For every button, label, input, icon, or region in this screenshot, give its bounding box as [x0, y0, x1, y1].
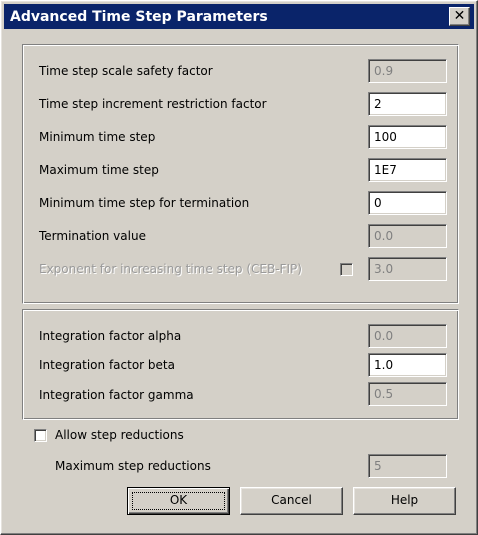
label-increment-restriction: Time step increment restriction factor [39, 97, 267, 111]
min-step-termination-field[interactable]: 0 [368, 191, 447, 215]
integration-alpha-field: 0.0 [368, 324, 447, 348]
minimum-time-step-field[interactable]: 100 [368, 125, 447, 149]
advanced-time-step-dialog: Advanced Time Step Parameters ✕ Time ste… [0, 0, 478, 535]
label-safety-factor: Time step scale safety factor [39, 64, 213, 78]
cancel-button[interactable]: Cancel [240, 487, 343, 515]
label-min-step-termination: Minimum time step for termination [39, 196, 250, 210]
dialog-title: Advanced Time Step Parameters [10, 9, 268, 25]
integration-beta-field[interactable]: 1.0 [368, 353, 447, 377]
help-button-label: Help [390, 493, 419, 507]
allow-step-reductions-label[interactable]: Allow step reductions [55, 428, 184, 442]
label-integration-beta: Integration factor beta [39, 358, 175, 372]
termination-value-field: 0.0 [368, 224, 447, 248]
label-termination-value: Termination value [39, 229, 146, 243]
allow-step-reductions-checkbox[interactable] [34, 429, 47, 442]
exponent-ceb-fip-checkbox [340, 263, 353, 276]
title-bar[interactable]: Advanced Time Step Parameters ✕ [4, 4, 474, 29]
increment-restriction-field[interactable]: 2 [368, 92, 447, 116]
label-integration-gamma: Integration factor gamma [39, 388, 194, 402]
label-maximum-step-reductions: Maximum step reductions [55, 459, 211, 473]
cancel-button-label: Cancel [271, 493, 312, 507]
ok-button-label: OK [169, 493, 188, 507]
safety-factor-field: 0.9 [368, 59, 447, 83]
label-maximum-time-step: Maximum time step [39, 163, 159, 177]
label-exponent-ceb-fip: Exponent for increasing time step (CEB-F… [39, 262, 302, 276]
close-button[interactable]: ✕ [449, 7, 470, 26]
help-button[interactable]: Help [353, 487, 456, 515]
ok-button[interactable]: OK [127, 487, 230, 515]
label-integration-alpha: Integration factor alpha [39, 329, 182, 343]
close-icon: ✕ [453, 8, 466, 24]
integration-gamma-field: 0.5 [368, 382, 447, 406]
maximum-time-step-field[interactable]: 1E7 [368, 158, 447, 182]
exponent-ceb-fip-field: 3.0 [368, 257, 447, 281]
maximum-step-reductions-field: 5 [368, 454, 447, 478]
label-minimum-time-step: Minimum time step [39, 130, 156, 144]
